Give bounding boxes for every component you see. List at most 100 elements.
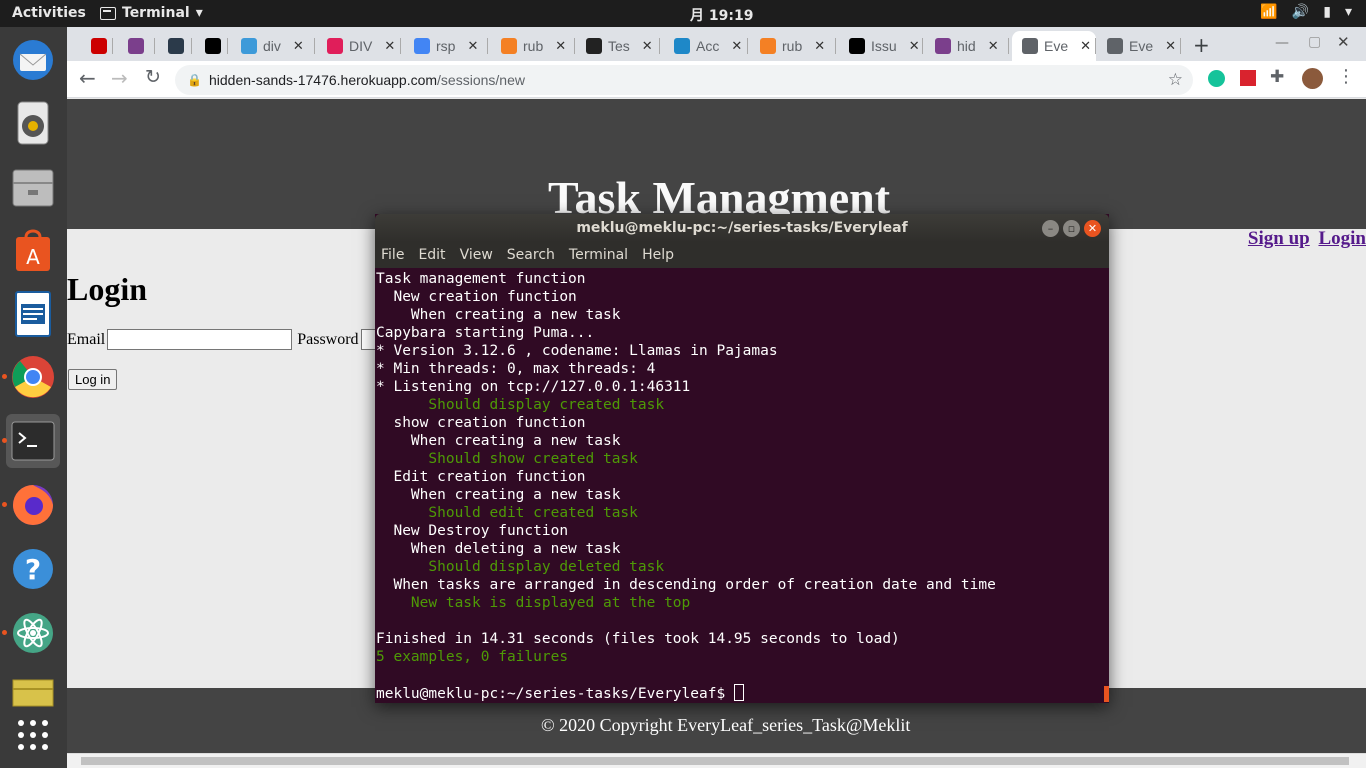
thunderbird-icon[interactable] [6,33,60,87]
signup-link[interactable]: Sign up [1248,228,1310,249]
browser-tab[interactable]: Acc ✕ [664,31,748,61]
minimize-icon[interactable]: – [1042,220,1059,237]
tab-close-icon[interactable]: ✕ [293,38,304,54]
browser-tab[interactable]: Eve ✕ [1097,31,1181,61]
tab-separator [1180,38,1181,54]
tab-close-icon[interactable]: ✕ [731,38,742,54]
horizontal-scrollbar[interactable] [67,753,1366,768]
close-icon[interactable]: ✕ [1337,33,1350,51]
footer-text: © 2020 Copyright EveryLeaf_series_Task@M… [541,715,911,735]
battery-icon[interactable]: ▮ [1323,4,1331,20]
svg-text:A: A [26,245,40,269]
tab-close-icon[interactable]: ✕ [909,38,920,54]
browser-tab[interactable]: div ✕ [231,31,315,61]
terminal-line: Should show created task [376,451,638,467]
terminal-menu-item[interactable]: Search [507,247,555,263]
lock-icon[interactable]: 🔒 [187,73,202,87]
terminal-line: New creation function [376,289,577,305]
wifi-icon[interactable]: 📶 [1260,4,1277,20]
avatar[interactable] [1302,68,1323,89]
grammarly-icon[interactable] [1208,70,1225,87]
scrollbar-thumb[interactable] [81,757,1349,765]
browser-tab[interactable]: rub ✕ [491,31,575,61]
new-tab-button[interactable]: + [1193,33,1210,57]
reload-icon[interactable]: ↻ [145,66,161,88]
close-icon[interactable]: ✕ [1084,220,1101,237]
browser-tab[interactable]: Issu ✕ [839,31,923,61]
forward-icon[interactable]: → [111,66,128,90]
terminal-line: Capybara starting Puma... [376,325,595,341]
tab-label: Eve [1044,38,1069,54]
favicon-icon [849,38,865,54]
browser-tab[interactable]: rub ✕ [750,31,836,61]
app-grid-icon[interactable] [6,708,60,762]
terminal-menu-item[interactable]: Help [642,247,674,263]
system-tray[interactable]: 📶 🔊 ▮ ▾ [1260,4,1352,20]
url-host: hidden-sands-17476.herokuapp.com [209,72,438,88]
tab-close-icon[interactable]: ✕ [384,38,395,54]
atom-icon[interactable] [6,606,60,660]
tab-label: Issu [871,38,897,54]
tab-close-icon[interactable]: ✕ [467,38,478,54]
email-field[interactable] [107,329,293,350]
terminal-icon[interactable] [6,414,60,468]
writer-icon[interactable] [6,287,60,341]
login-link[interactable]: Login [1318,228,1366,249]
login-heading: Login [67,271,148,307]
url-path: /sessions/new [437,72,525,88]
terminal-scrollbar[interactable] [1104,686,1109,702]
terminal-line: * Version 3.12.6 , codename: Llamas in P… [376,343,778,359]
tab-close-icon[interactable]: ✕ [1165,38,1176,54]
login-button[interactable]: Log in [68,369,118,390]
browser-tab[interactable] [118,31,155,61]
terminal-menu-item[interactable]: File [381,247,404,263]
browser-tab[interactable] [81,31,113,61]
browser-tab[interactable]: rsp ✕ [404,31,488,61]
minimize-icon[interactable]: — [1275,35,1289,51]
activities-button[interactable]: Activities [12,5,86,21]
terminal-prompt-line[interactable]: meklu@meklu-pc:~/series-tasks/Everyleaf$ [376,684,1104,703]
favicon-icon [241,38,257,54]
software-center-icon[interactable]: A [6,223,60,277]
app-menu[interactable]: Terminal ▾ [100,5,203,21]
tab-close-icon[interactable]: ✕ [642,38,653,54]
extensions-puzzle-icon[interactable]: ✚ [1270,67,1284,87]
volume-icon[interactable]: 🔊 [1292,4,1309,20]
terminal-output[interactable]: Task management function New creation fu… [376,270,1104,703]
browser-tab[interactable]: Eve ✕ [1012,31,1096,61]
terminal-titlebar[interactable]: meklu@meklu-pc:~/series-tasks/Everyleaf [375,214,1109,242]
browser-tab[interactable] [158,31,192,61]
tab-separator [154,38,155,54]
maximize-icon[interactable]: ▫ [1063,220,1080,237]
browser-tab[interactable]: DIV ✕ [317,31,401,61]
browser-tab[interactable]: Tes ✕ [576,31,660,61]
firefox-icon[interactable] [6,478,60,532]
browser-tab[interactable] [195,31,228,61]
maximize-icon[interactable]: ▢ [1308,34,1321,50]
address-bar[interactable]: 🔒 hidden-sands-17476.herokuapp.com/sessi… [175,65,1193,95]
extension-red-icon[interactable] [1240,70,1256,86]
rhythmbox-icon[interactable] [6,96,60,150]
chrome-icon[interactable] [6,350,60,404]
terminal-menu-item[interactable]: Edit [418,247,445,263]
bookmark-star-icon[interactable]: ☆ [1168,70,1183,90]
app-menu-label: Terminal [122,5,190,21]
clock[interactable]: 月 19:19 [690,5,753,25]
menu-icon[interactable]: ⋮ [1337,66,1355,87]
tab-close-icon[interactable]: ✕ [1080,38,1091,54]
favicon-icon [1107,38,1123,54]
terminal-line: When creating a new task [376,487,621,503]
chevron-down-icon[interactable]: ▾ [1345,4,1352,20]
terminal-window[interactable]: meklu@meklu-pc:~/series-tasks/Everyleaf … [375,214,1109,703]
tab-separator [112,38,113,54]
terminal-menu-item[interactable]: Terminal [569,247,628,263]
files-icon[interactable] [6,160,60,214]
terminal-menu-item[interactable]: View [460,247,493,263]
favicon-icon [327,38,343,54]
tab-close-icon[interactable]: ✕ [814,38,825,54]
back-icon[interactable]: ← [79,66,96,90]
tab-close-icon[interactable]: ✕ [988,38,999,54]
browser-tab[interactable]: hid ✕ [925,31,1009,61]
tab-close-icon[interactable]: ✕ [555,38,566,54]
help-icon[interactable]: ? [6,542,60,596]
